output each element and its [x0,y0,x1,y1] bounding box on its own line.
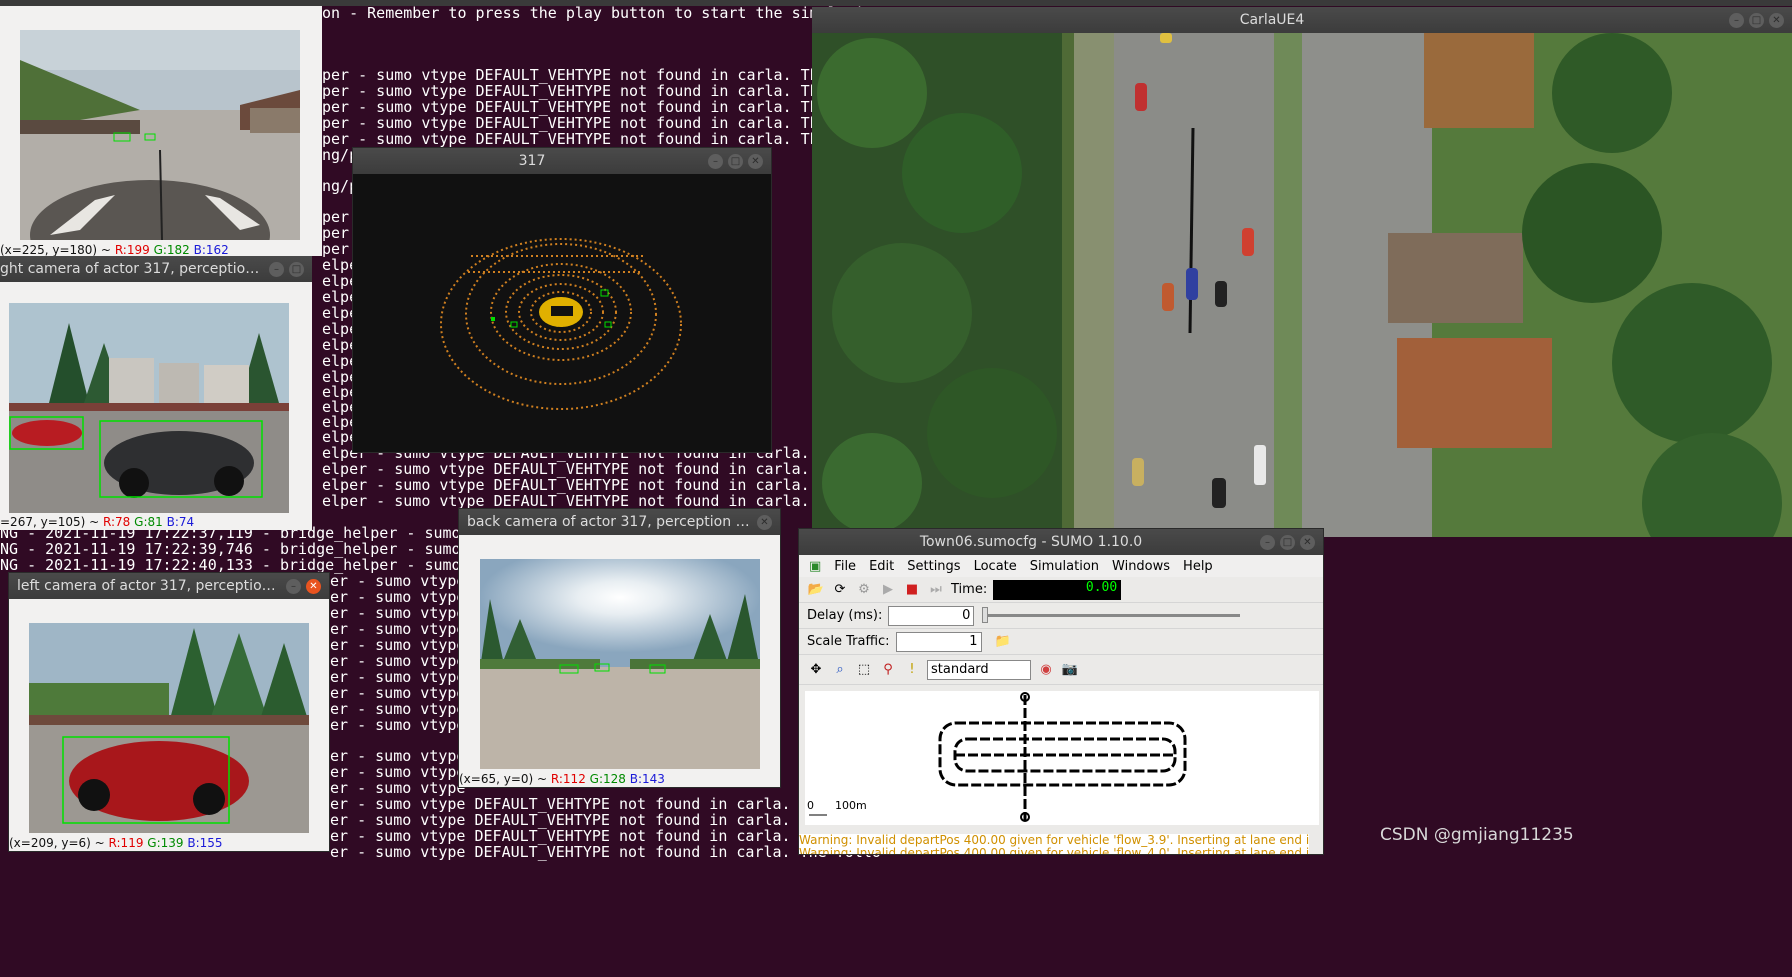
scale-field[interactable]: 1 [895,631,982,652]
front-camera-title: ght camera of actor 317, perception acti… [0,261,264,277]
minimize-icon[interactable]: – [1260,534,1275,550]
lidar-titlebar[interactable]: 317 – □ ✕ [353,148,771,174]
camera-icon[interactable]: 📷 [1061,661,1079,679]
hint-icon[interactable]: ! [903,661,921,679]
network-map [809,692,1187,822]
sumo-message-log: Warning: Invalid departPos 400.00 given … [799,834,1309,855]
back-camera-titlebar[interactable]: back camera of actor 317, perception act… [459,509,780,535]
sumo-delay-row: Delay (ms): 0 [799,603,1323,629]
minimize-icon[interactable]: – [708,153,723,169]
left-camera-title: left camera of actor 317, perception act… [17,578,281,594]
back-camera-r: R:112 [550,772,586,786]
front-camera-r: R:78 [103,515,131,529]
sumo-menubar: ▣ File Edit Settings Locate Simulation W… [799,555,1323,577]
carla-window[interactable]: CarlaUE4 – □ ✕ [812,7,1792,537]
time-display: 0.00 [993,579,1122,600]
move-icon[interactable]: ✥ [807,661,825,679]
left-camera-b: B:155 [187,836,223,850]
carla-titlebar[interactable]: CarlaUE4 – □ ✕ [812,7,1792,33]
close-icon[interactable]: ✕ [1769,12,1784,28]
sumo-title: Town06.sumocfg - SUMO 1.10.0 [919,534,1143,550]
settings-icon[interactable]: ⚙ [855,581,873,599]
sumo-sim-toolbar: 📂 ⟳ ⚙ ▶ ■ ⏭ Time: 0.00 [799,577,1323,603]
right-camera-g: G:182 [153,243,190,256]
carla-viewport[interactable] [812,33,1792,537]
left-camera-titlebar[interactable]: left camera of actor 317, perception act… [9,573,329,599]
time-label: Time: [951,582,988,597]
scheme-select[interactable]: standard [927,659,1031,680]
menu-simulation[interactable]: Simulation [1030,559,1099,574]
menu-help[interactable]: Help [1183,559,1213,574]
play-icon[interactable]: ▶ [879,581,897,599]
back-camera-title: back camera of actor 317, perception act… [467,514,752,530]
maximize-icon[interactable]: □ [728,153,743,169]
scale-label: Scale Traffic: [807,634,890,649]
close-icon[interactable]: ✕ [1300,534,1315,550]
close-icon[interactable]: ✕ [748,153,763,169]
back-camera-image [480,559,760,769]
select-icon[interactable]: ⬚ [855,661,873,679]
left-camera-coord: (x=209, y=6) ~ [9,836,105,850]
menu-locate[interactable]: Locate [974,559,1017,574]
sumo-view-toolbar: ✥ ⌕ ⬚ ⚲ ! standard ◉ 📷 [799,655,1323,685]
left-camera-window[interactable]: left camera of actor 317, perception act… [8,572,330,852]
open-folder-icon[interactable]: 📂 [807,581,825,599]
front-camera-image [9,303,289,513]
close-icon[interactable]: ✕ [306,578,321,594]
sumo-network-view[interactable]: 0 100m [805,691,1319,825]
lidar-window[interactable]: 317 – □ ✕ [352,147,772,453]
lidar-pointcloud [353,174,771,452]
delay-field[interactable]: 0 [888,605,975,626]
traffic-folder-icon[interactable]: 📁 [994,633,1012,651]
step-icon[interactable]: ⏭ [927,581,945,599]
right-camera-r: R:199 [114,243,150,256]
locate-icon[interactable]: ⚲ [879,661,897,679]
carla-title: CarlaUE4 [1239,12,1305,28]
menu-settings[interactable]: Settings [907,559,960,574]
terminal-line: er - sumo vtype [330,716,466,734]
reload-icon[interactable]: ⟳ [831,581,849,599]
delay-label: Delay (ms): [807,608,883,623]
right-camera-coord: (x=225, y=180) ~ [0,243,111,256]
front-camera-titlebar[interactable]: ght camera of actor 317, perception acti… [0,256,312,282]
right-camera-image [20,30,300,240]
terminal-line: on - Remember to press the play button t… [322,4,882,22]
sumo-scale-row: Scale Traffic: 1 📁 [799,629,1323,655]
minimize-icon[interactable]: – [269,261,284,277]
stop-icon[interactable]: ■ [903,581,921,599]
back-camera-g: G:128 [589,772,626,786]
left-camera-image [29,623,309,833]
sumo-window[interactable]: Town06.sumocfg - SUMO 1.10.0 – □ ✕ ▣ Fil… [798,528,1324,855]
front-camera-g: G:81 [134,515,163,529]
left-camera-g: G:139 [147,836,184,850]
delay-slider[interactable] [982,607,1241,623]
right-camera-window[interactable]: (x=225, y=180) ~ R:199 G:182 B:162 [0,6,322,256]
lidar-title: 317 [518,153,546,169]
sumo-titlebar[interactable]: Town06.sumocfg - SUMO 1.10.0 – □ ✕ [799,529,1323,555]
front-camera-window[interactable]: ght camera of actor 317, perception acti… [0,256,312,530]
back-camera-b: B:143 [629,772,665,786]
watermark: CSDN @gmjiang11235 [1380,825,1574,845]
menu-windows[interactable]: Windows [1112,559,1170,574]
back-camera-coord: (x=65, y=0) ~ [459,772,548,786]
maximize-icon[interactable]: □ [289,261,304,277]
maximize-icon[interactable]: □ [1280,534,1295,550]
color-wheel-icon[interactable]: ◉ [1037,661,1055,679]
left-camera-r: R:119 [108,836,144,850]
close-icon[interactable]: ✕ [757,514,772,530]
front-camera-coord: =267, y=105) ~ [0,515,100,529]
back-camera-window[interactable]: back camera of actor 317, perception act… [458,508,781,788]
warning-line: Warning: Invalid departPos 400.00 given … [799,846,1309,855]
sumo-app-icon: ▣ [809,558,822,574]
minimize-icon[interactable]: – [1729,12,1744,28]
zoom-icon[interactable]: ⌕ [831,661,849,679]
scale-bar-label: 0 100m [807,799,867,812]
maximize-icon[interactable]: □ [1749,12,1764,28]
menu-edit[interactable]: Edit [869,559,894,574]
menu-file[interactable]: File [834,559,856,574]
right-camera-b: B:162 [193,243,229,256]
minimize-icon[interactable]: – [286,578,301,594]
front-camera-b: B:74 [166,515,195,529]
